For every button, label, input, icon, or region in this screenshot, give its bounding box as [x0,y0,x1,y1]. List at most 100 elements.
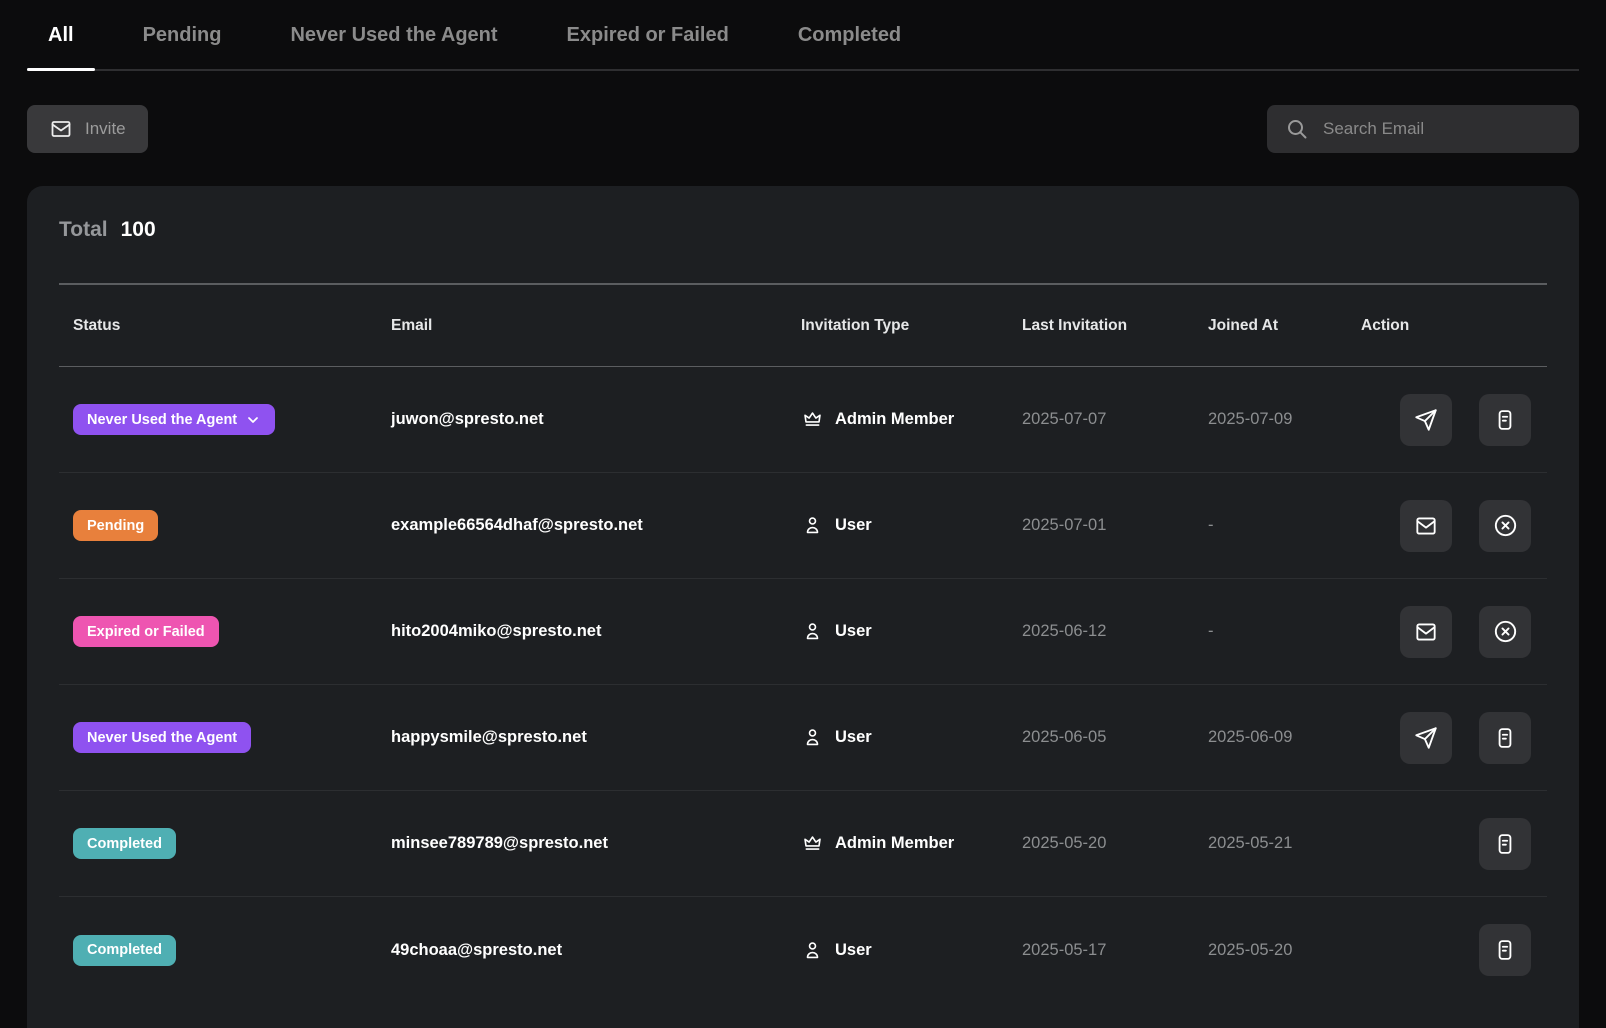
document-icon [1492,937,1518,963]
column-header-action: Action [1347,317,1547,335]
x-circle-icon [1492,512,1519,539]
total-count: Total 100 [59,218,1547,242]
invitation-type-text: User [835,728,872,747]
column-header-invitation-type: Invitation Type [787,317,1008,335]
status-badge: Expired or Failed [73,616,219,647]
last-invitation-date: 2025-06-12 [1008,622,1194,641]
joined-at-date: 2025-05-20 [1194,941,1347,960]
envelope-icon [49,117,73,141]
invitation-log-button[interactable] [1479,818,1531,870]
send-invitation-button[interactable] [1400,712,1452,764]
status-badge-label: Completed [87,942,162,958]
search-email-input[interactable] [1323,119,1561,139]
table-row: Completed minsee789789@spresto.net Admin… [59,791,1547,897]
table-row: Never Used the Agent juwon@spresto.net A… [59,367,1547,473]
last-invitation-date: 2025-06-05 [1008,728,1194,747]
invitation-type-text: User [835,941,872,960]
status-badge: Pending [73,510,158,541]
tab-pending[interactable]: Pending [122,24,243,69]
total-label: Total [59,218,108,242]
action-buttons [1347,394,1547,446]
table-row: Never Used the Agent happysmile@spresto.… [59,685,1547,791]
column-header-joined-at: Joined At [1194,317,1347,335]
document-icon [1492,725,1518,751]
user-icon [801,726,824,749]
cancel-invitation-button[interactable] [1479,500,1531,552]
last-invitation-date: 2025-05-17 [1008,941,1194,960]
status-badge: Completed [73,935,176,966]
x-circle-icon [1492,618,1519,645]
user-icon [801,514,824,537]
email-text: happysmile@spresto.net [391,728,587,747]
invitations-table: Status Email Invitation Type Last Invita… [59,283,1547,1003]
joined-at-date: 2025-06-09 [1194,728,1347,747]
invitation-log-button[interactable] [1479,394,1531,446]
email-text: minsee789789@spresto.net [391,834,608,853]
invitation-log-button[interactable] [1479,924,1531,976]
joined-at-date: - [1194,516,1347,535]
status-badge: Completed [73,828,176,859]
action-buttons [1347,712,1547,764]
invite-button-label: Invite [85,119,126,139]
envelope-icon [1413,619,1439,645]
joined-at-date: - [1194,622,1347,641]
table-header-row: Status Email Invitation Type Last Invita… [59,283,1547,367]
column-header-status: Status [59,317,377,335]
last-invitation-date: 2025-07-07 [1008,410,1194,429]
tab-expired-or-failed[interactable]: Expired or Failed [546,24,750,69]
column-header-last-invitation: Last Invitation [1008,317,1194,335]
status-badge-dropdown[interactable]: Never Used the Agent [73,404,275,435]
last-invitation-date: 2025-07-01 [1008,516,1194,535]
toolbar: Invite [27,105,1579,153]
status-badge-label: Never Used the Agent [87,730,237,746]
table-row: Expired or Failed hito2004miko@spresto.n… [59,579,1547,685]
total-value: 100 [121,218,156,242]
invitation-type-text: User [835,516,872,535]
table-row: Pending example66564dhaf@spresto.net Use… [59,473,1547,579]
invite-button[interactable]: Invite [27,105,148,153]
chevron-down-icon [245,412,261,428]
resend-invitation-button[interactable] [1400,500,1452,552]
invitations-card: Total 100 Status Email Invitation Type L… [27,186,1579,1028]
envelope-icon [1413,513,1439,539]
search-icon [1285,117,1309,141]
action-buttons [1347,818,1547,870]
email-text: 49choaa@spresto.net [391,941,562,960]
action-buttons [1347,500,1547,552]
tab-all[interactable]: All [27,24,95,69]
cancel-invitation-button[interactable] [1479,606,1531,658]
invitation-log-button[interactable] [1479,712,1531,764]
email-text: hito2004miko@spresto.net [391,622,601,641]
user-icon [801,939,824,962]
status-badge-label: Completed [87,836,162,852]
table-row: Completed 49choaa@spresto.net User 2025-… [59,897,1547,1003]
document-icon [1492,831,1518,857]
table-body: Never Used the Agent juwon@spresto.net A… [59,367,1547,1003]
joined-at-date: 2025-05-21 [1194,834,1347,853]
paper-plane-icon [1413,725,1439,751]
crown-icon [801,408,824,431]
action-buttons [1347,924,1547,976]
status-badge-label: Expired or Failed [87,624,205,640]
search-email-box [1267,105,1579,153]
status-badge-label: Pending [87,518,144,534]
action-buttons [1347,606,1547,658]
email-text: example66564dhaf@spresto.net [391,516,643,535]
tab-never-used-the-agent[interactable]: Never Used the Agent [269,24,518,69]
email-text: juwon@spresto.net [391,410,544,429]
status-badge: Never Used the Agent [73,722,251,753]
resend-invitation-button[interactable] [1400,606,1452,658]
send-invitation-button[interactable] [1400,394,1452,446]
column-header-email: Email [377,317,787,335]
document-icon [1492,407,1518,433]
invitation-type-text: Admin Member [835,834,954,853]
joined-at-date: 2025-07-09 [1194,410,1347,429]
status-badge-label: Never Used the Agent [87,412,237,428]
user-icon [801,620,824,643]
invitation-type-text: Admin Member [835,410,954,429]
tab-completed[interactable]: Completed [777,24,922,69]
status-filter-tabs: All Pending Never Used the Agent Expired… [27,0,1579,71]
last-invitation-date: 2025-05-20 [1008,834,1194,853]
paper-plane-icon [1413,407,1439,433]
crown-icon [801,832,824,855]
